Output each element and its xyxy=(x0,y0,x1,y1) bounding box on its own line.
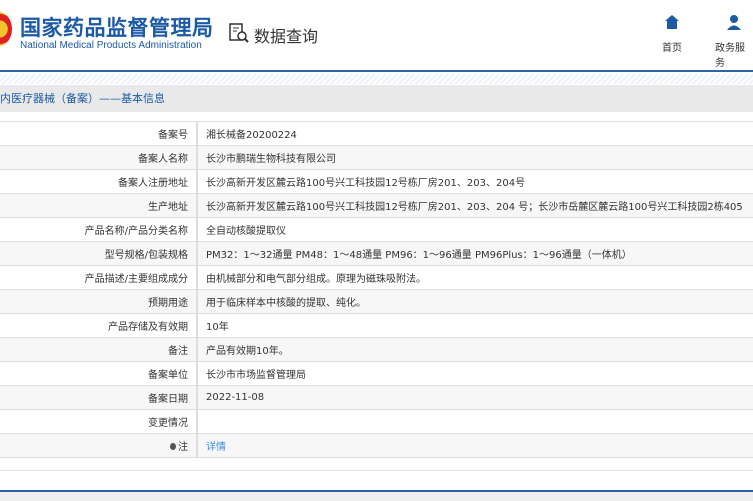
row-label: 型号规格/包装规格 xyxy=(0,241,198,266)
table-row: 生产地址 长沙高新开发区麓云路100号兴工科技园12号栋厂房201、203、204… xyxy=(0,193,753,218)
table-row: 备案日期 2022-11-08 xyxy=(0,385,753,410)
data-query-label: 数据查询 xyxy=(254,27,319,46)
table-row: 型号规格/包装规格 PM32：1～32通量 PM48：1～48通量 PM96：1～… xyxy=(0,241,753,266)
row-label: 备案号 xyxy=(0,121,198,146)
row-value-text: 2022-11-08 xyxy=(206,392,265,403)
row-label-text: 型号规格/包装规格 xyxy=(104,250,188,261)
row-value: 长沙高新开发区麓云路100号兴工科技园12号栋厂房201、203、204 号；长… xyxy=(197,193,753,218)
decorative-stripe xyxy=(0,74,753,84)
row-value-text: 长沙市市场监督管理局 xyxy=(206,370,306,381)
table-row: 预期用途 用于临床样本中核酸的提取、纯化。 xyxy=(0,289,753,314)
document-search-icon xyxy=(228,22,250,48)
row-value: 湘长械备20200224 xyxy=(197,121,753,146)
data-query-heading: 数据查询 xyxy=(228,22,318,48)
table-row: 备案单位 长沙市市场监督管理局 xyxy=(0,361,753,386)
row-value-text: 产品有效期10年。 xyxy=(206,346,289,357)
row-label-text: 备案人名称 xyxy=(138,154,188,165)
row-value xyxy=(197,409,753,434)
nav-government-services[interactable]: 政务服务 xyxy=(715,14,753,69)
row-value-text: 长沙高新开发区麓云路100号兴工科技园12号栋厂房201、203、204号 xyxy=(206,178,526,189)
row-label-text: 产品描述/主要组成成分 xyxy=(84,274,188,285)
row-label-text: 备注 xyxy=(168,346,188,357)
divider xyxy=(0,470,753,471)
row-label: 产品描述/主要组成成分 xyxy=(0,265,198,290)
table-row: 备注 产品有效期10年。 xyxy=(0,337,753,362)
row-value-text: 用于临床样本中核酸的提取、纯化。 xyxy=(206,298,366,309)
row-value-text: 全自动核酸提取仪 xyxy=(206,226,286,237)
row-label-text: 备案日期 xyxy=(148,394,188,405)
row-label-text: 变更情况 xyxy=(148,418,188,429)
nav-home[interactable]: 首页 xyxy=(662,14,682,54)
table-row: 注 详情 xyxy=(0,433,753,458)
table-row: 备案号 湘长械备20200224 xyxy=(0,121,753,146)
nav-services-label: 政务服务 xyxy=(715,43,745,69)
row-value: PM32：1～32通量 PM48：1～48通量 PM96：1～96通量 PM96… xyxy=(197,241,753,266)
row-label: 备案人注册地址 xyxy=(0,169,198,194)
row-value: 由机械部分和电气部分组成。原理为磁珠吸附法。 xyxy=(197,265,753,290)
table-row: 产品存储及有效期 10年 xyxy=(0,313,753,338)
row-label: 注 xyxy=(0,433,198,458)
row-label: 备案人名称 xyxy=(0,145,198,170)
home-icon xyxy=(664,14,680,33)
row-label: 备案单位 xyxy=(0,361,198,386)
row-label-text: 产品存储及有效期 xyxy=(108,322,188,333)
row-value-text: 由机械部分和电气部分组成。原理为磁珠吸附法。 xyxy=(206,274,426,285)
row-label-text: 备案人注册地址 xyxy=(118,178,188,189)
user-icon xyxy=(726,14,742,33)
row-value-text: 长沙高新开发区麓云路100号兴工科技园12号栋厂房201、203、204 号；长… xyxy=(206,202,743,213)
row-label: 变更情况 xyxy=(0,409,198,434)
row-label: 生产地址 xyxy=(0,193,198,218)
table-row: 产品描述/主要组成成分 由机械部分和电气部分组成。原理为磁珠吸附法。 xyxy=(0,265,753,290)
row-value-text: PM32：1～32通量 PM48：1～48通量 PM96：1～96通量 PM96… xyxy=(206,250,632,261)
logo-subtitle[interactable]: National Medical Products Administration xyxy=(20,40,202,51)
row-value: 10年 xyxy=(197,313,753,338)
row-value: 用于临床样本中核酸的提取、纯化。 xyxy=(197,289,753,314)
table-row: 备案人注册地址 长沙高新开发区麓云路100号兴工科技园12号栋厂房201、203、… xyxy=(0,169,753,194)
row-value-text: 长沙市鹏瑞生物科技有限公司 xyxy=(206,154,336,165)
row-value: 长沙高新开发区麓云路100号兴工科技园12号栋厂房201、203、204号 xyxy=(197,169,753,194)
table-row: 产品名称/产品分类名称 全自动核酸提取仪 xyxy=(0,217,753,242)
footer-bar xyxy=(0,490,753,501)
row-value: 详情 xyxy=(197,433,753,458)
row-label-text: 生产地址 xyxy=(148,202,188,213)
row-label-text: 备案单位 xyxy=(148,370,188,381)
table-row: 备案人名称 长沙市鹏瑞生物科技有限公司 xyxy=(0,145,753,170)
row-value-text: 10年 xyxy=(206,322,229,333)
row-label-text: 注 xyxy=(178,442,188,453)
row-label-text: 预期用途 xyxy=(148,298,188,309)
logo-title[interactable]: 国家药品监督管理局 xyxy=(20,12,214,42)
detail-table: 备案号 湘长械备20200224 备案人名称 长沙市鹏瑞生物科技有限公司备案人注册地址… xyxy=(0,121,753,458)
table-row: 变更情况 xyxy=(0,409,753,434)
nav-home-label: 首页 xyxy=(662,43,682,54)
row-label: 备注 xyxy=(0,337,198,362)
row-value: 产品有效期10年。 xyxy=(197,337,753,362)
site-header: 国家药品监督管理局 National Medical Products Admi… xyxy=(0,0,753,72)
row-value: 长沙市鹏瑞生物科技有限公司 xyxy=(197,145,753,170)
bulb-icon xyxy=(170,443,176,450)
page-title: 内医疗器械（备案）——基本信息 xyxy=(0,85,753,112)
row-label: 产品名称/产品分类名称 xyxy=(0,217,198,242)
row-value: 长沙市市场监督管理局 xyxy=(197,361,753,386)
national-emblem-icon xyxy=(0,12,12,46)
row-value: 2022-11-08 xyxy=(197,385,753,410)
row-label-text: 产品名称/产品分类名称 xyxy=(84,226,188,237)
row-label: 预期用途 xyxy=(0,289,198,314)
row-value-text: 湘长械备20200224 xyxy=(206,130,297,141)
row-label-text: 备案号 xyxy=(158,130,188,141)
details-link[interactable]: 详情 xyxy=(206,442,226,453)
row-label: 产品存储及有效期 xyxy=(0,313,198,338)
row-label: 备案日期 xyxy=(0,385,198,410)
row-value: 全自动核酸提取仪 xyxy=(197,217,753,242)
